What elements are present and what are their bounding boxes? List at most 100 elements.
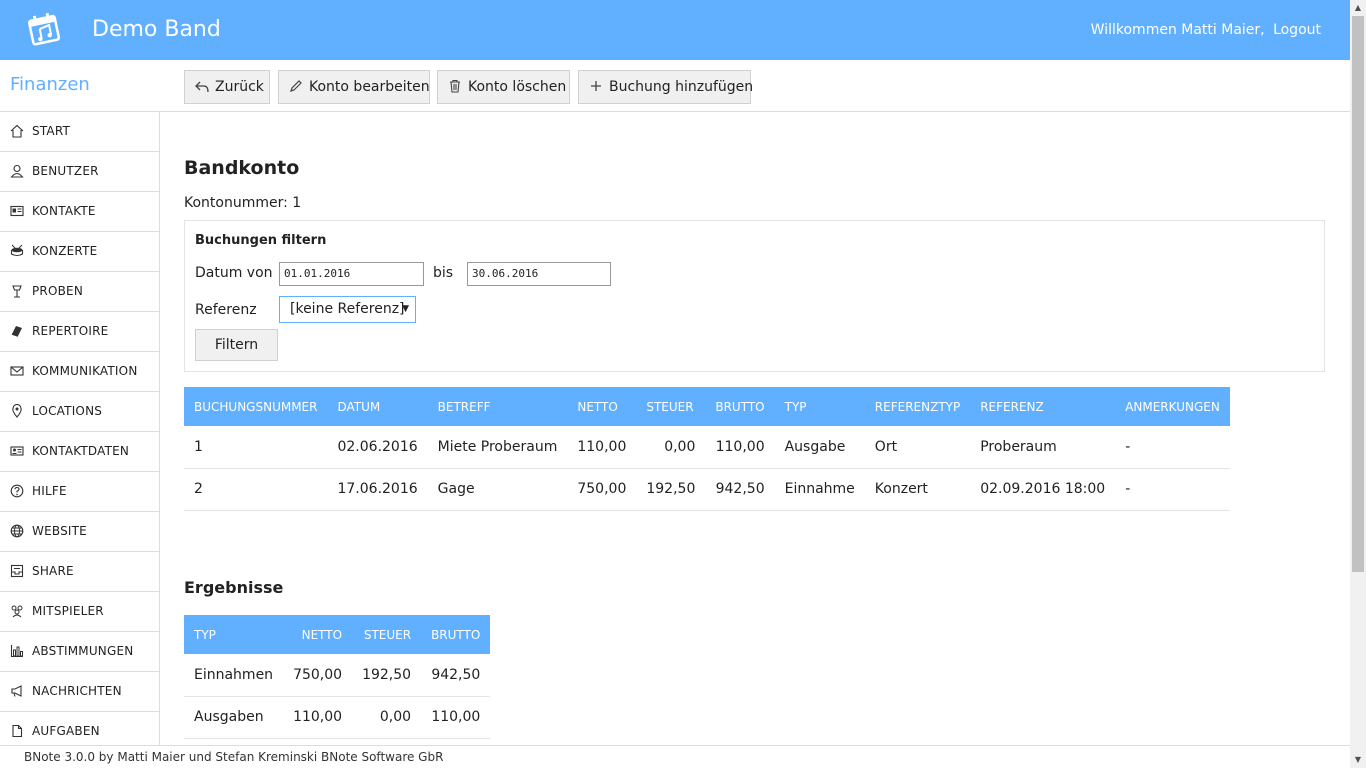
calendar-music-logo-icon[interactable] <box>26 12 64 48</box>
dropdown-arrow-icon: ▼ <box>402 304 409 314</box>
table-cell: 110,00 <box>283 696 353 739</box>
sidebar-item-proben[interactable]: PROBEN <box>0 272 159 312</box>
toolbar: Zurück Konto bearbeiten Konto löschen Bu… <box>160 60 1350 112</box>
table-cell: 110,00 <box>421 696 491 739</box>
back-button[interactable]: Zurück <box>184 70 270 104</box>
filter-button[interactable]: Filtern <box>195 329 278 361</box>
reference-label: Referenz <box>195 302 257 318</box>
drum-icon <box>10 244 24 257</box>
edit-account-button[interactable]: Konto bearbeiten <box>278 70 430 104</box>
table-cell: 02.09.2016 18:00 <box>970 468 1116 511</box>
delete-account-label: Konto löschen <box>468 79 567 95</box>
add-booking-label: Buchung hinzufügen <box>609 79 754 95</box>
inbox-icon <box>10 564 24 578</box>
table-cell: - <box>1115 426 1230 469</box>
sidebar-item-label: SHARE <box>32 564 74 578</box>
sidebar-item-website[interactable]: WEBSITE <box>0 512 159 552</box>
table-row: Ausgaben 110,00 0,00 110,00 <box>184 696 491 739</box>
sidebar-item-nachrichten[interactable]: NACHRICHTEN <box>0 672 159 712</box>
table-cell: 02.06.2016 <box>327 426 428 469</box>
sidebar-item-konzerte[interactable]: KONZERTE <box>0 232 159 272</box>
divider <box>0 111 1350 112</box>
page-title: Bandkonto <box>184 157 300 179</box>
footer: BNote 3.0.0 by Matti Maier und Stefan Kr… <box>0 745 1350 768</box>
results-title: Ergebnisse <box>184 578 284 597</box>
table-cell: 110,00 <box>567 426 637 469</box>
scroll-up-arrow-icon[interactable]: ▲ <box>1350 0 1366 16</box>
welcome-text: Willkommen Matti Maier, <box>1090 22 1265 38</box>
column-header: REFERENZ <box>970 387 1116 426</box>
megaphone-icon <box>11 685 22 697</box>
table-cell: 942,50 <box>705 468 775 511</box>
sidebar-item-label: START <box>32 124 71 138</box>
table-cell: Miete Proberaum <box>427 426 568 469</box>
sidebar-item-label: MITSPIELER <box>32 604 104 618</box>
results-table: TYP NETTO STEUER BRUTTO Einnahmen 750,00… <box>184 615 491 739</box>
sidebar-item-label: KONZERTE <box>32 244 98 258</box>
column-header: BETREFF <box>427 387 568 426</box>
book-icon <box>11 326 22 337</box>
sidebar-item-benutzer[interactable]: BENUTZER <box>0 152 159 192</box>
scrollbar-thumb[interactable] <box>1352 16 1364 572</box>
column-header: TYP <box>184 615 284 654</box>
sidebar-item-label: BENUTZER <box>32 164 99 178</box>
sidebar-item-share[interactable]: SHARE <box>0 552 159 592</box>
sidebar-nav: START BENUTZER KONTAKTE KONZERTE PROBEN … <box>0 112 160 745</box>
sidebar-item-label: KONTAKTE <box>32 204 96 218</box>
app-title: Demo Band <box>92 17 221 42</box>
column-header: NETTO <box>283 615 353 654</box>
table-cell: 0,00 <box>352 696 422 739</box>
sidebar-item-label: ABSTIMMUNGEN <box>32 644 134 658</box>
table-cell: - <box>1115 468 1230 511</box>
sidebar-item-locations[interactable]: LOCATIONS <box>0 392 159 432</box>
table-cell: 0,00 <box>636 426 706 469</box>
column-header: BRUTTO <box>421 615 491 654</box>
map-pin-icon <box>12 404 22 418</box>
sidebar-item-label: WEBSITE <box>32 524 87 538</box>
table-cell: Gage <box>427 468 568 511</box>
sidebar-item-label: KONTAKTDATEN <box>32 444 130 458</box>
music-stand-icon <box>12 285 22 298</box>
date-from-input[interactable]: 01.01.2016 <box>279 262 424 286</box>
sidebar-item-repertoire[interactable]: REPERTOIRE <box>0 312 159 352</box>
table-cell: 750,00 <box>567 468 637 511</box>
table-cell: 1 <box>184 426 328 469</box>
edit-account-label: Konto bearbeiten <box>309 79 430 95</box>
table-cell: 110,00 <box>705 426 775 469</box>
sidebar-item-kommunikation[interactable]: KOMMUNIKATION <box>0 352 159 392</box>
add-booking-button[interactable]: Buchung hinzufügen <box>578 70 754 104</box>
bar-chart-icon <box>10 645 23 658</box>
table-cell: 750,00 <box>283 654 353 697</box>
logout-link[interactable]: Logout <box>1273 22 1321 38</box>
table-cell: 192,50 <box>636 468 706 511</box>
sidebar-item-aufgaben[interactable]: AUFGABEN <box>0 712 159 745</box>
table-cell: 192,50 <box>352 654 422 697</box>
column-header: ANMERKUNGEN <box>1115 387 1230 426</box>
contact-card-icon <box>10 446 24 456</box>
table-row[interactable]: 1 02.06.2016 Miete Proberaum 110,00 0,00… <box>184 426 1230 469</box>
user-icon <box>10 164 24 178</box>
scroll-down-arrow-icon[interactable]: ▼ <box>1350 752 1366 768</box>
column-header: STEUER <box>352 615 422 654</box>
column-header: STEUER <box>636 387 706 426</box>
sidebar-item-label: PROBEN <box>32 284 84 298</box>
sidebar-item-kontaktdaten[interactable]: KONTAKTDATEN <box>0 432 159 472</box>
welcome-area: Willkommen Matti Maier, Logout <box>1087 21 1321 39</box>
date-to-input[interactable]: 30.06.2016 <box>467 262 611 286</box>
sidebar-item-abstimmungen[interactable]: ABSTIMMUNGEN <box>0 632 159 672</box>
sidebar-item-start[interactable]: START <box>0 112 159 152</box>
sidebar-item-label: LOCATIONS <box>32 404 103 418</box>
sidebar-item-hilfe[interactable]: HILFE <box>0 472 159 512</box>
sidebar-item-kontakte[interactable]: KONTAKTE <box>0 192 159 232</box>
sidebar-item-mitspieler[interactable]: MITSPIELER <box>0 592 159 632</box>
table-header-row: BUCHUNGSNUMMER DATUM BETREFF NETTO STEUE… <box>184 387 1230 426</box>
reference-select[interactable]: [keine Referenz] ▼ <box>279 296 416 323</box>
envelope-icon <box>10 366 24 376</box>
delete-account-button[interactable]: Konto löschen <box>437 70 570 104</box>
account-number: Kontonummer: 1 <box>184 195 302 211</box>
table-row[interactable]: 2 17.06.2016 Gage 750,00 192,50 942,50 E… <box>184 468 1230 511</box>
table-cell: Ort <box>864 426 971 469</box>
bookings-table: BUCHUNGSNUMMER DATUM BETREFF NETTO STEUE… <box>184 387 1230 511</box>
table-cell: Konzert <box>864 468 971 511</box>
table-cell: Ausgaben <box>184 696 284 739</box>
